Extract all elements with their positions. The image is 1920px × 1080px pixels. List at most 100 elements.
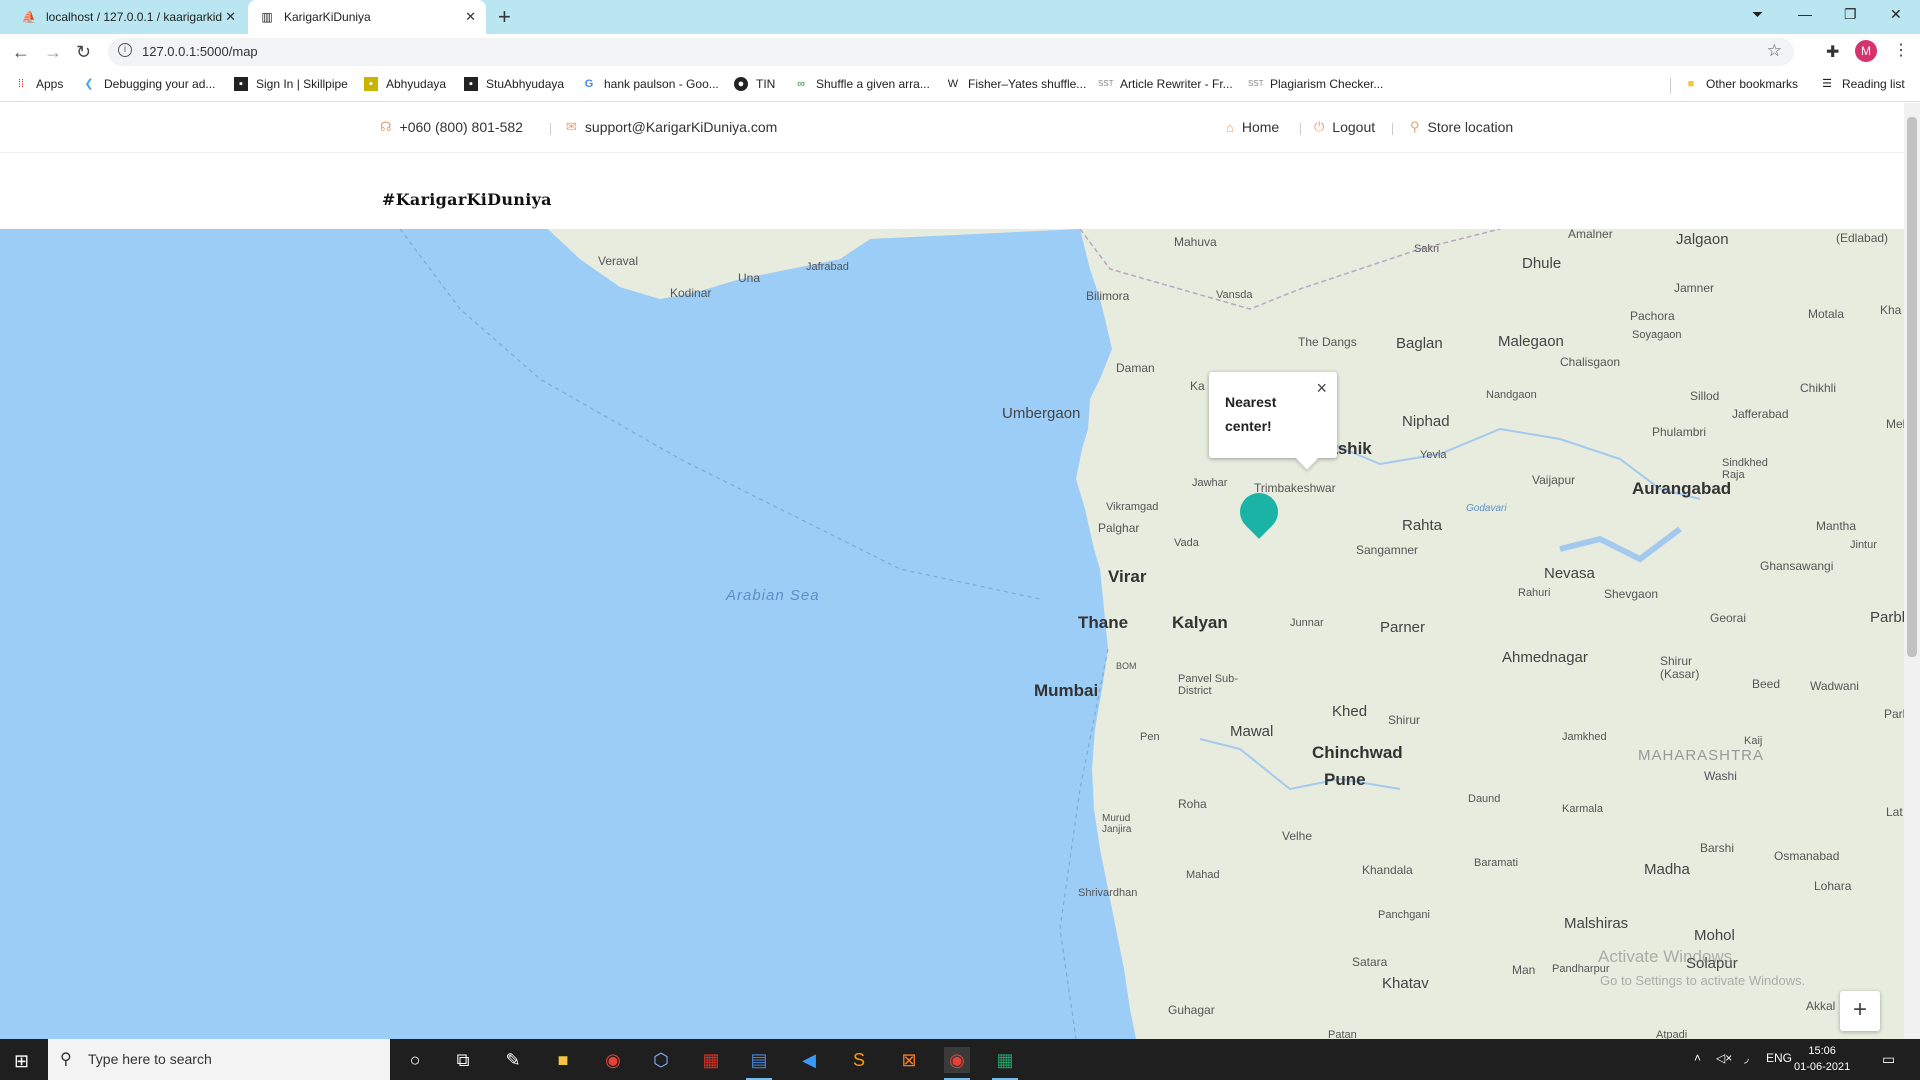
map-place-label: Satara xyxy=(1352,955,1388,969)
bookmark-other-folder[interactable]: ■ Other bookmarks xyxy=(1684,77,1798,91)
bookmark-skillpipe[interactable]: ▪ Sign In | Skillpipe xyxy=(234,77,348,91)
language-indicator[interactable]: ENG xyxy=(1766,1051,1792,1065)
browser-menu-icon[interactable]: ⋮ xyxy=(1893,40,1909,60)
reload-icon[interactable]: ↻ xyxy=(76,42,91,63)
divider xyxy=(1300,123,1301,135)
forward-icon[interactable]: → xyxy=(44,42,62,63)
bookmark-shuffle[interactable]: ∞ Shuffle a given arra... xyxy=(794,77,930,91)
bookmarks-divider xyxy=(1670,78,1671,94)
minimize-icon[interactable]: — xyxy=(1798,6,1812,22)
zoom-in-button[interactable]: + xyxy=(1840,991,1880,1031)
bookmark-plagiarism[interactable]: SST Plagiarism Checker... xyxy=(1248,77,1383,91)
popup-close-icon[interactable]: × xyxy=(1316,378,1327,399)
map-place-label: Osmanabad xyxy=(1774,849,1840,863)
apps-grid-icon: ⁞⁞ xyxy=(17,78,25,90)
location-pin-icon: ⚲ xyxy=(1410,119,1420,134)
tab-karigarkiduniya[interactable]: ▥ KarigarKiDuniya ✕ xyxy=(248,0,486,34)
bookmark-tin[interactable]: ● TIN xyxy=(734,77,775,91)
map-place-label: Trimbakeshwar xyxy=(1254,481,1336,495)
map-place-label: Yevla xyxy=(1420,449,1447,461)
map-view[interactable]: Arabian Sea MAHARASHTRA Veraval Kodinar … xyxy=(0,229,1904,1039)
virtualbox-icon[interactable]: ⬡ xyxy=(648,1047,674,1073)
tray-chevron-icon[interactable]: ˄ xyxy=(1694,1051,1701,1065)
vscode-icon[interactable]: ◀ xyxy=(796,1047,822,1073)
bookmark-abhyudaya[interactable]: ▪ Abhyudaya xyxy=(364,77,446,91)
bookmark-article-rewriter[interactable]: SST Article Rewriter - Fr... xyxy=(1098,77,1233,91)
map-place-label: Vaijapur xyxy=(1532,473,1576,487)
map-place-label: Palghar xyxy=(1098,521,1140,535)
tab-phpmyadmin[interactable]: ⛵ localhost / 127.0.0.1 / kaarigarkid ✕ xyxy=(10,0,246,34)
wikipedia-icon: W xyxy=(947,78,959,90)
brand-logo[interactable]: #KarigarKiDuniya xyxy=(382,190,552,209)
close-window-icon[interactable]: ✕ xyxy=(1890,6,1902,23)
taskbar-search[interactable]: ⚲ Type here to search xyxy=(48,1039,390,1080)
map-place-label: Soyagaon xyxy=(1632,329,1682,341)
abhyudaya-icon: ▪ xyxy=(364,77,378,91)
map-place-label: Murud Janjira xyxy=(1102,813,1132,835)
bookmark-google-search[interactable]: Ghank paulson - Goo... xyxy=(582,77,719,91)
page-scrollbar[interactable] xyxy=(1904,103,1920,1039)
tab-close-icon[interactable]: ✕ xyxy=(225,9,236,25)
tin-icon: ● xyxy=(734,77,748,91)
network-icon[interactable]: ◞ xyxy=(1744,1051,1749,1065)
windows-start-icon[interactable]: ⊞ xyxy=(14,1051,29,1072)
power-icon: ⏻ xyxy=(1314,119,1325,134)
tab-close-icon[interactable]: ✕ xyxy=(465,9,476,25)
scrollbar-thumb[interactable] xyxy=(1907,117,1917,657)
address-bar[interactable]: i 127.0.0.1:5000/map ☆ xyxy=(108,38,1794,66)
map-place-label: The Dangs xyxy=(1298,335,1357,349)
word-icon[interactable]: ▤ xyxy=(746,1047,772,1080)
taskbar-clock[interactable]: 15:06 01-06-2021 xyxy=(1794,1043,1850,1075)
chrome-active-icon[interactable]: ◉ xyxy=(944,1047,970,1080)
map-place-label: Jamner xyxy=(1674,281,1715,295)
map-place-label: Kodinar xyxy=(670,286,712,300)
bookmark-apps[interactable]: ⁞⁞ Apps xyxy=(14,77,63,91)
url-text[interactable]: 127.0.0.1:5000/map xyxy=(142,44,258,59)
restore-icon[interactable]: ❐ xyxy=(1844,6,1857,23)
extensions-puzzle-icon[interactable]: ✚ xyxy=(1826,42,1839,62)
new-tab-button[interactable]: + xyxy=(498,4,511,30)
phone-contact[interactable]: ☊ +060 (800) 801-582 xyxy=(380,119,523,135)
sea-label: Arabian Sea xyxy=(726,587,820,604)
nav-store-location[interactable]: ⚲ Store location xyxy=(1410,119,1513,135)
map-place-label: Motala xyxy=(1808,307,1845,321)
site-info-icon[interactable]: i xyxy=(118,43,132,57)
email-contact[interactable]: ✉ support@KarigarKiDuniya.com xyxy=(566,119,777,135)
profile-avatar[interactable]: M xyxy=(1855,40,1877,62)
notifications-icon[interactable]: ▭ xyxy=(1882,1051,1895,1068)
flutter-icon: ❮ xyxy=(84,78,94,90)
nav-home[interactable]: ⌂ Home xyxy=(1226,119,1279,135)
reading-list-button[interactable]: ☰ Reading list xyxy=(1820,77,1905,91)
popup-text: Nearest center! xyxy=(1225,394,1277,434)
map-place-label: Mahad xyxy=(1186,869,1220,881)
bookmark-wikipedia[interactable]: W Fisher–Yates shuffle... xyxy=(946,77,1087,91)
sublime-icon[interactable]: S xyxy=(846,1047,872,1073)
site-favicon-icon: ▥ xyxy=(261,10,273,24)
map-place-label: Jawhar xyxy=(1192,477,1228,489)
tab-search-icon[interactable]: ⏷ xyxy=(1752,6,1763,23)
paint-icon[interactable]: ✎ xyxy=(500,1047,526,1073)
cortana-icon[interactable]: ○ xyxy=(402,1047,428,1073)
map-place-label: Washi xyxy=(1704,769,1737,783)
back-icon[interactable]: ← xyxy=(12,42,30,63)
excel-icon[interactable]: ▦ xyxy=(992,1047,1018,1080)
bookmarks-bar: ⁞⁞ Apps ❮ Debugging your ad... ▪ Sign In | … xyxy=(0,70,1920,102)
nav-logout[interactable]: ⏻ Logout xyxy=(1314,119,1375,135)
map-place-label: Mantha xyxy=(1816,519,1857,533)
sea-area xyxy=(0,229,1136,1039)
map-place-label: Panvel Sub-District xyxy=(1178,673,1238,697)
map-place-label: Umbergaon xyxy=(1002,405,1081,422)
file-explorer-icon[interactable]: ■ xyxy=(550,1047,576,1073)
volume-icon[interactable]: ◁× xyxy=(1716,1051,1732,1065)
bookmark-star-icon[interactable]: ☆ xyxy=(1767,41,1782,61)
map-place-label: Kalyan xyxy=(1172,613,1228,632)
app-icon[interactable]: ▦ xyxy=(698,1047,724,1073)
bookmark-debugging[interactable]: ❮ Debugging your ad... xyxy=(82,77,215,91)
map-place-label: Patan xyxy=(1328,1029,1357,1039)
xampp-icon[interactable]: ⊠ xyxy=(896,1047,922,1073)
map-place-label: Sakri xyxy=(1414,243,1440,255)
task-view-icon[interactable]: ⧉ xyxy=(450,1047,476,1073)
chrome-icon[interactable]: ◉ xyxy=(600,1047,626,1073)
browser-tab-strip: ⛵ localhost / 127.0.0.1 / kaarigarkid ✕ … xyxy=(0,0,1920,34)
bookmark-stuabhyudaya[interactable]: ▪ StuAbhyudaya xyxy=(464,77,564,91)
